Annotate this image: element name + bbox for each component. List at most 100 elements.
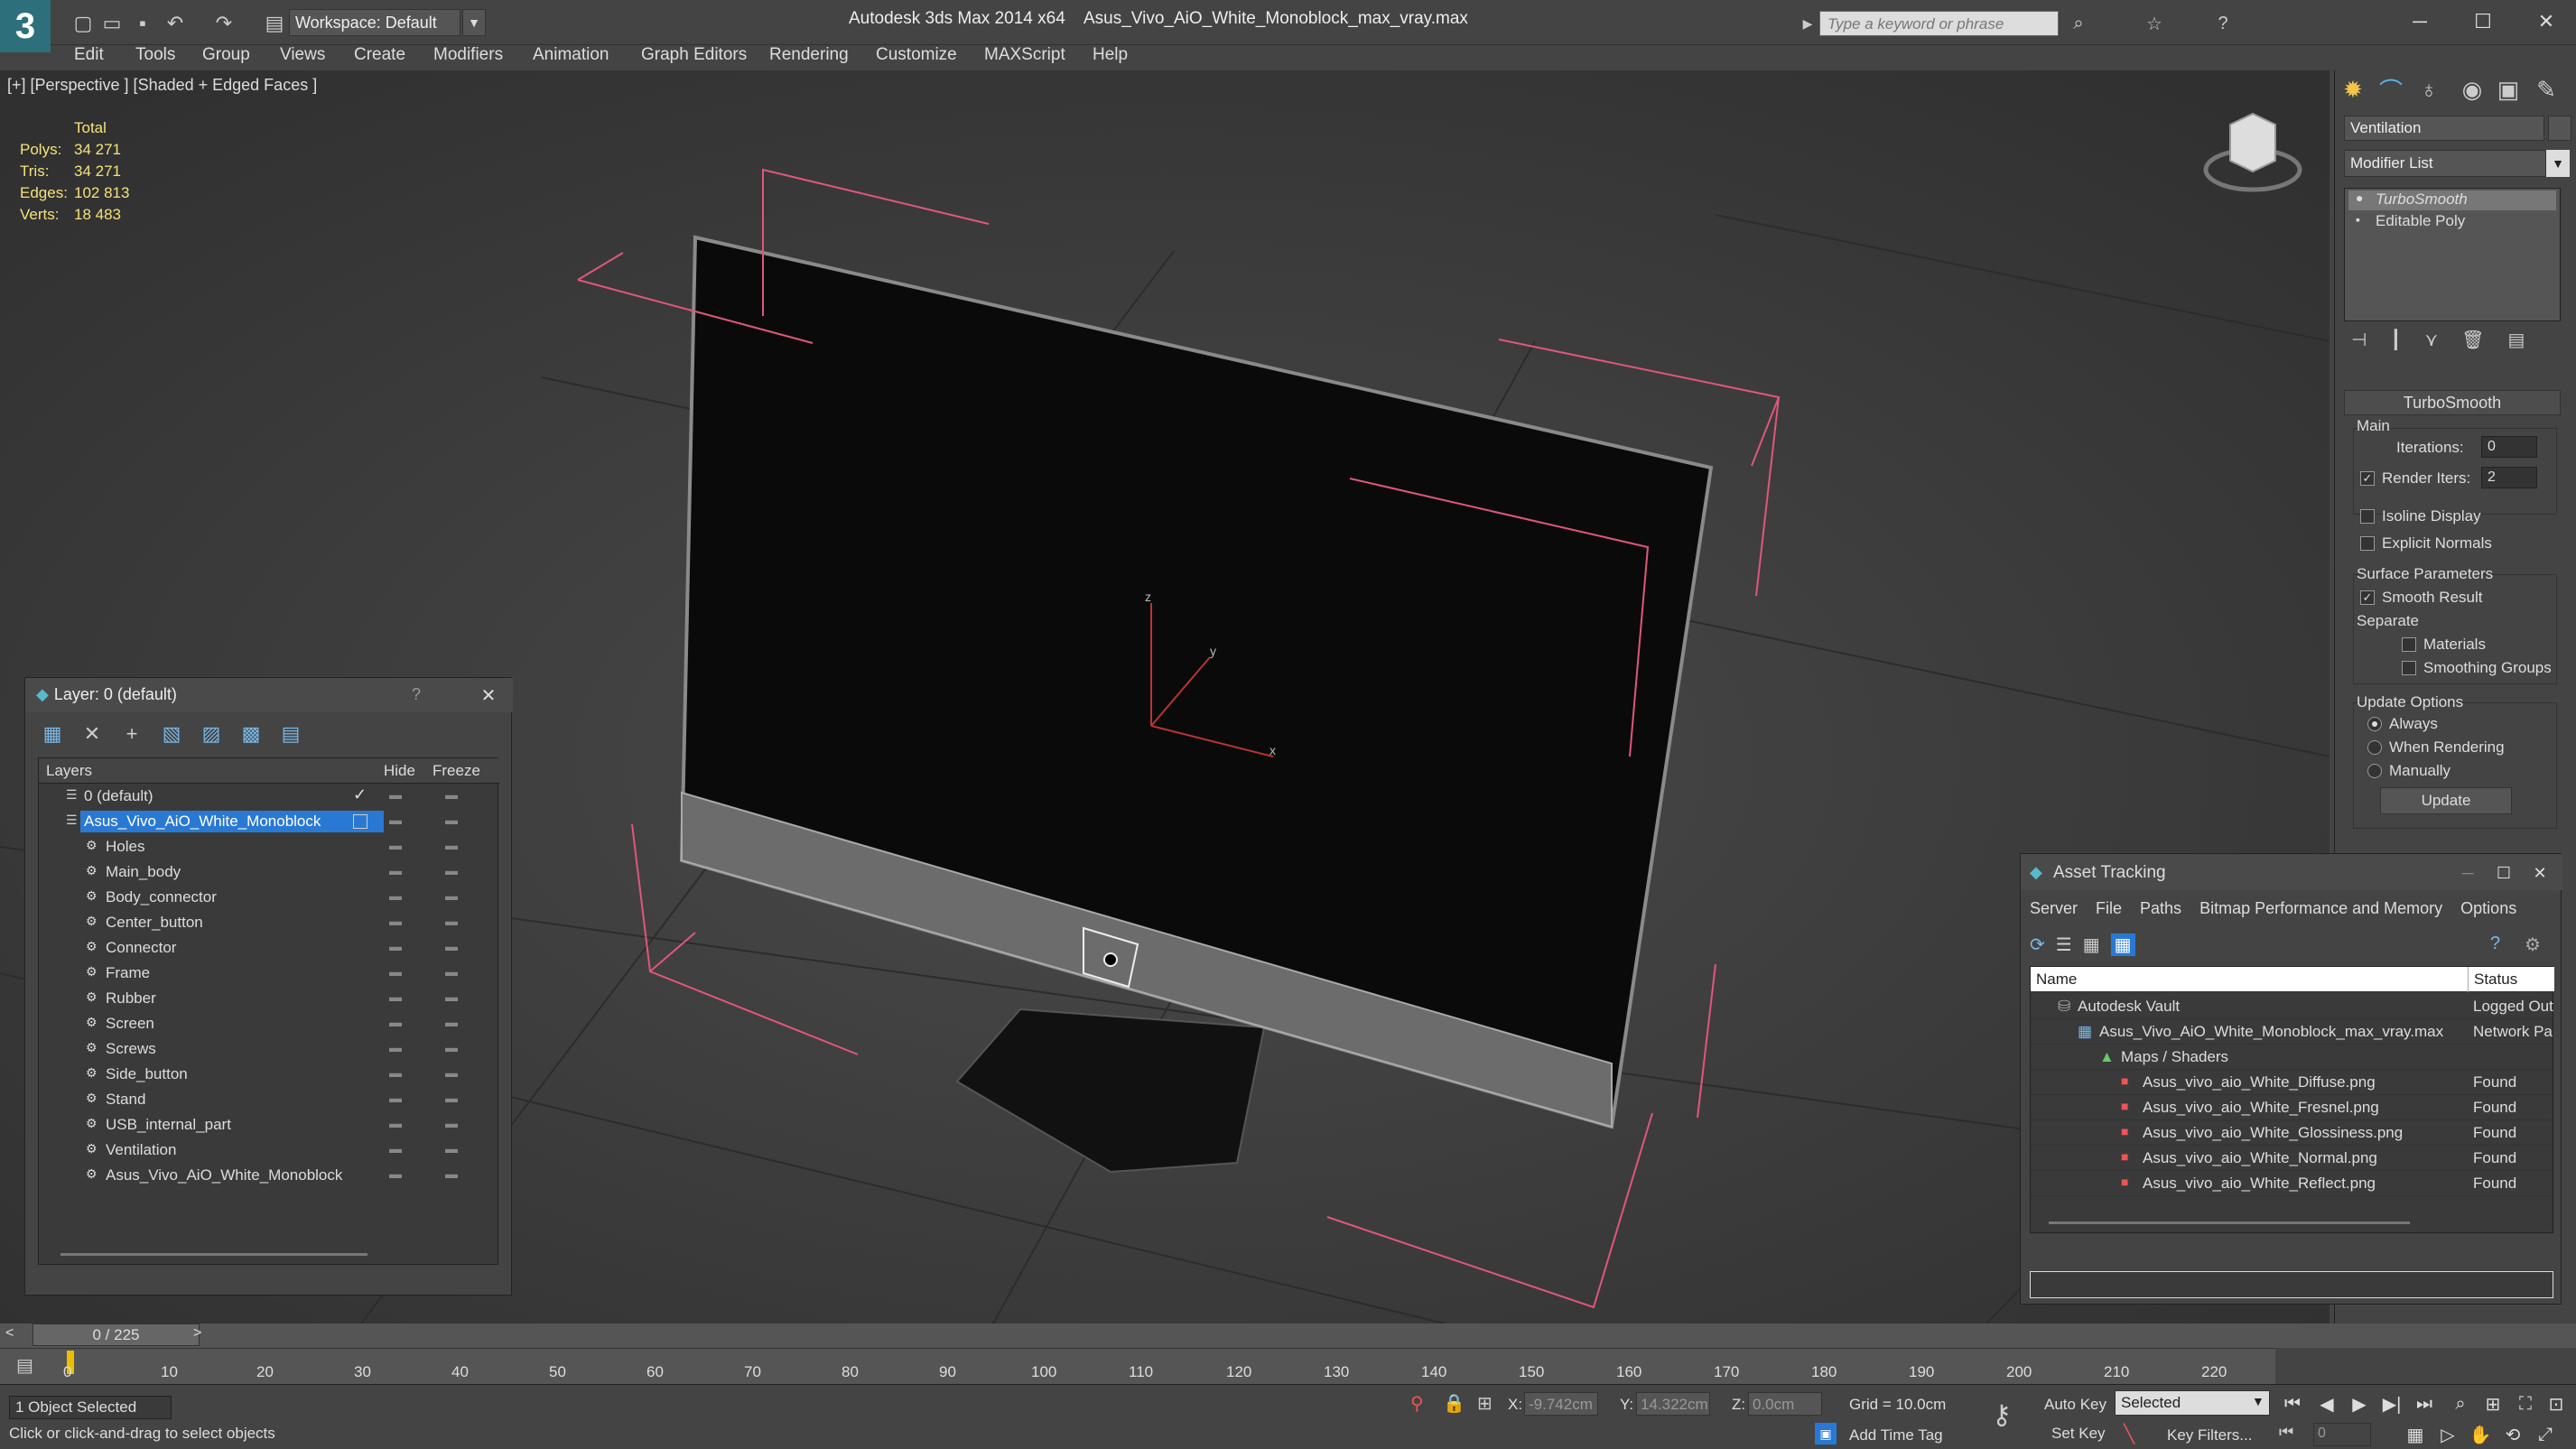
time-config-icon[interactable]: ▦ — [2402, 1421, 2429, 1448]
layer-help-button[interactable]: ? — [412, 685, 421, 704]
chevron-left-icon[interactable]: < — [5, 1325, 14, 1342]
object-row[interactable]: ⚙ Screws ▬ ▬ — [39, 1036, 499, 1062]
menu-tools[interactable]: Tools — [135, 45, 175, 65]
set-current-checkbox[interactable] — [353, 814, 367, 829]
help-icon[interactable]: ? — [2210, 11, 2236, 36]
field-of-view-icon[interactable]: ▷ — [2434, 1421, 2461, 1448]
undo-icon[interactable]: ↶ — [163, 11, 188, 36]
menu-bitmap-performance[interactable]: Bitmap Performance and Memory — [2199, 899, 2442, 918]
create-layer-icon[interactable]: ▦ — [38, 720, 67, 748]
highlight-layer-icon[interactable]: ▨ — [197, 720, 226, 748]
when-rendering-radio[interactable] — [2367, 740, 2382, 755]
close-icon[interactable]: ✕ — [2526, 859, 2553, 887]
thumbnail-view-icon[interactable]: ▦ — [2083, 933, 2100, 956]
object-row[interactable]: ⚙ Frame ▬ ▬ — [39, 961, 499, 986]
hierarchy-tab-icon[interactable]: ♁ — [2413, 74, 2445, 105]
x-coordinate-field[interactable]: -9.742cm — [1524, 1392, 1598, 1416]
asset-row[interactable]: ■ Asus_vivo_aio_White_Fresnel.png Found — [2031, 1095, 2554, 1120]
menu-views[interactable]: Views — [280, 45, 325, 65]
close-icon[interactable]: ✕ — [475, 682, 502, 709]
binoculars-icon[interactable]: ⌕ — [2066, 11, 2091, 36]
list-view-icon[interactable]: ☰ — [2056, 933, 2072, 956]
absolute-mode-icon[interactable]: ⊞ — [1477, 1392, 1493, 1415]
horizontal-scrollbar[interactable] — [2049, 1221, 2410, 1224]
menu-group[interactable]: Group — [202, 45, 250, 65]
time-slider-track[interactable] — [0, 1324, 2576, 1348]
zoom-extents-all-icon[interactable]: ⊡ — [2543, 1390, 2570, 1417]
object-row[interactable]: ⚙ Side_button ▬ ▬ — [39, 1062, 499, 1087]
freeze-all-icon[interactable]: ▤ — [276, 720, 305, 748]
object-row[interactable]: ⚙ Ventilation ▬ ▬ — [39, 1138, 499, 1163]
layer-dialog-title[interactable]: ◆ Layer: 0 (default) — [25, 678, 513, 712]
menu-customize[interactable]: Customize — [876, 45, 957, 65]
star-icon[interactable]: ☆ — [2142, 11, 2167, 36]
bulb-icon[interactable]: ● — [2356, 190, 2363, 205]
close-icon[interactable]: ✕ — [2528, 7, 2564, 36]
menu-server[interactable]: Server — [2030, 899, 2078, 918]
menu-edit[interactable]: Edit — [74, 45, 104, 65]
chevron-right-icon[interactable]: > — [193, 1325, 201, 1342]
isoline-display-checkbox[interactable] — [2360, 509, 2375, 524]
object-name-field[interactable]: Ventilation — [2344, 116, 2544, 141]
object-row[interactable]: ⚙ Connector ▬ ▬ — [39, 935, 499, 961]
help-icon[interactable]: ? — [2490, 933, 2500, 954]
go-to-start-icon[interactable]: ⏮ — [2279, 1390, 2306, 1417]
modifier-list-dropdown[interactable]: Modifier List — [2344, 150, 2546, 177]
modify-tab-icon[interactable]: ⌒ — [2375, 74, 2407, 105]
auto-key-button[interactable]: Auto Key — [2044, 1396, 2106, 1414]
key-filter-icon[interactable]: ╲ — [2124, 1423, 2134, 1445]
add-to-layer-icon[interactable]: + — [117, 720, 146, 748]
object-row[interactable]: ⚙ Main_body ▬ ▬ — [39, 859, 499, 885]
rollout-title[interactable]: TurboSmooth — [2344, 390, 2561, 415]
chevron-down-icon[interactable]: ▼ — [2252, 1394, 2264, 1408]
chevron-down-icon[interactable]: ▼ — [2546, 150, 2570, 177]
refresh-icon[interactable]: ⟳ — [2030, 933, 2045, 956]
show-end-result-icon[interactable]: ┃ — [2390, 329, 2401, 351]
y-coordinate-field[interactable]: 14.322cm — [1636, 1392, 1710, 1416]
time-slider[interactable]: 0 / 225 — [33, 1324, 200, 1346]
object-row[interactable]: ⚙ Rubber ▬ ▬ — [39, 986, 499, 1011]
maximize-icon[interactable]: ☐ — [2490, 859, 2517, 887]
configure-sets-icon[interactable]: ▤ — [2508, 329, 2525, 351]
col-layers[interactable]: Layers — [46, 762, 92, 780]
render-iters-spinner[interactable]: 2 — [2481, 467, 2537, 488]
asset-row[interactable]: ■ Asus_vivo_aio_White_Glossiness.png Found — [2031, 1120, 2554, 1146]
current-layer-check-icon[interactable]: ✓ — [353, 785, 367, 804]
layer-row[interactable]: ☰ 0 (default) ✓ ▬ ▬ — [39, 784, 499, 809]
iterations-spinner[interactable]: 0 — [2481, 436, 2537, 458]
object-row[interactable]: ⚙ Asus_Vivo_AiO_White_Monoblock ▬ ▬ — [39, 1163, 499, 1188]
utilities-tab-icon[interactable]: ✎ — [2530, 74, 2562, 105]
redo-icon[interactable]: ↷ — [211, 11, 237, 36]
hide-all-icon[interactable]: ▩ — [237, 720, 265, 748]
set-key-button[interactable]: Set Key — [2051, 1425, 2106, 1443]
create-tab-icon[interactable]: ✹ — [2337, 74, 2369, 105]
menu-rendering[interactable]: Rendering — [769, 45, 849, 65]
zoom-all-icon[interactable]: ⊞ — [2479, 1390, 2506, 1417]
menu-animation[interactable]: Animation — [533, 45, 609, 65]
workspace-dropdown[interactable]: Workspace: Default — [289, 9, 460, 36]
menu-maxscript[interactable]: MAXScript — [984, 45, 1065, 65]
object-row[interactable]: ⚙ Screen ▬ ▬ — [39, 1011, 499, 1036]
viewport-label[interactable]: [+] [Perspective ] [Shaded + Edged Faces… — [7, 76, 317, 95]
layer-row[interactable]: ☰ Asus_Vivo_AiO_White_Monoblock ▬ ▬ — [39, 809, 499, 834]
mini-curve-editor-icon[interactable]: ▤ — [16, 1354, 33, 1377]
asset-row[interactable]: ■ Asus_vivo_aio_White_Reflect.png Found — [2031, 1171, 2554, 1196]
maximize-viewport-icon[interactable]: ⤢ — [2532, 1421, 2559, 1448]
delete-layer-icon[interactable]: ✕ — [78, 720, 107, 748]
explicit-normals-checkbox[interactable] — [2360, 536, 2375, 551]
object-row[interactable]: ⚙ Center_button ▬ ▬ — [39, 910, 499, 935]
remove-modifier-icon[interactable]: 🗑 — [2461, 329, 2484, 351]
asset-row[interactable]: ■ Asus_vivo_aio_White_Diffuse.png Found — [2031, 1070, 2554, 1095]
object-row[interactable]: ⚙ Holes ▬ ▬ — [39, 834, 499, 859]
asset-row[interactable]: ▦ Asus_Vivo_AiO_White_Monoblock_max_vray.… — [2031, 1019, 2554, 1045]
asset-row[interactable]: ▲ Maps / Shaders — [2031, 1045, 2554, 1070]
stack-item-editable-poly[interactable]: ▪ Editable Poly — [2348, 212, 2556, 232]
manually-radio[interactable] — [2367, 764, 2382, 778]
asset-row[interactable]: ⛁ Autodesk Vault Logged Out — [2031, 994, 2554, 1019]
isolate-selection-icon[interactable]: ⚲ — [1410, 1392, 1424, 1415]
smoothing-groups-checkbox[interactable] — [2402, 661, 2416, 675]
project-folder-icon[interactable]: ▤ — [262, 11, 287, 36]
open-file-icon[interactable]: ▭ — [99, 11, 125, 36]
go-to-end-icon[interactable]: ⏭ — [2411, 1390, 2438, 1417]
select-objects-icon[interactable]: ▧ — [157, 720, 186, 748]
